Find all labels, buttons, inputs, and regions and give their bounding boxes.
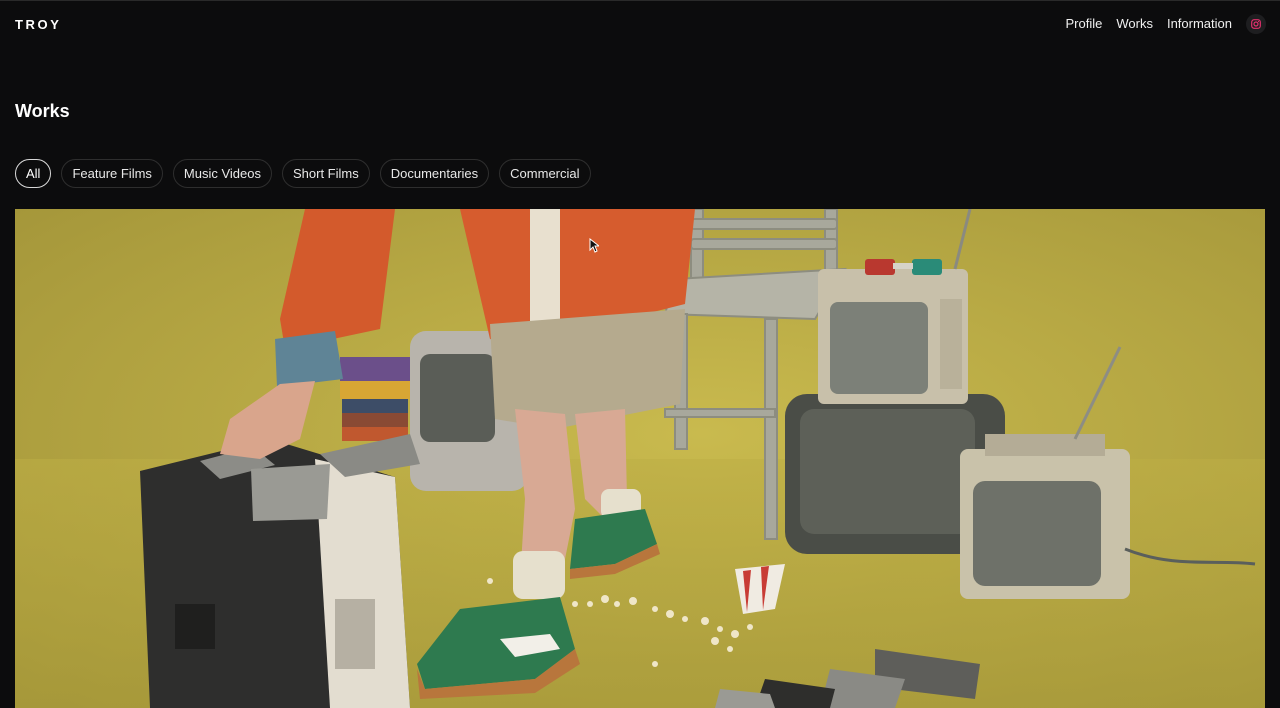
instagram-link[interactable] [1246, 14, 1266, 34]
filter-feature-films[interactable]: Feature Films [61, 159, 163, 188]
site-logo[interactable]: TROY [15, 17, 62, 32]
filter-all[interactable]: All [15, 159, 52, 188]
mouse-cursor-icon [589, 238, 599, 253]
filter-documentaries[interactable]: Documentaries [379, 159, 490, 188]
instagram-icon [1251, 19, 1261, 29]
main-nav: Profile Works Information [1065, 14, 1266, 34]
nav-item-information[interactable]: Information [1167, 14, 1232, 34]
nav-item-profile[interactable]: Profile [1065, 14, 1102, 34]
filter-short-films[interactable]: Short Films [282, 159, 370, 188]
nav-item-works[interactable]: Works [1116, 14, 1153, 34]
featured-work-video[interactable] [15, 209, 1265, 708]
filter-commercial[interactable]: Commercial [499, 159, 591, 188]
site-header: TROY Profile Works Information [0, 0, 1280, 48]
category-filters: All Feature Films Music Videos Short Fil… [15, 159, 601, 188]
works-page: TROY Profile Works Information Works All… [0, 0, 1280, 708]
filter-music-videos[interactable]: Music Videos [172, 159, 272, 188]
page-title: Works [15, 101, 70, 121]
featured-work-image [15, 209, 1265, 708]
